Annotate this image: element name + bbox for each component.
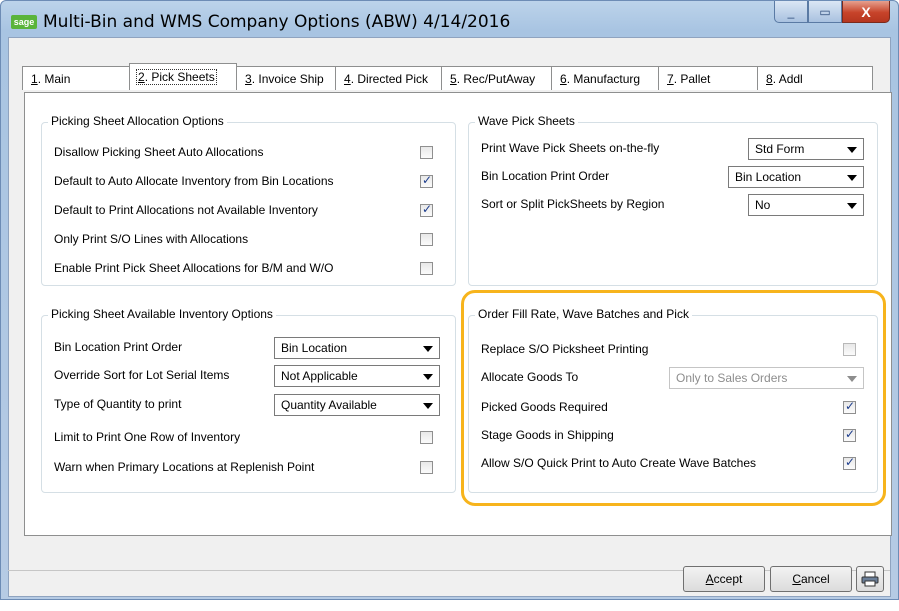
minimize-button[interactable]: _: [774, 1, 808, 23]
wave-pick-sheets-group: Wave Pick Sheets Print Wave Pick Sheets …: [468, 114, 878, 286]
tab-main[interactable]: 1. Main: [22, 66, 130, 90]
group-title: Picking Sheet Available Inventory Option…: [48, 307, 276, 321]
print-wave-label: Print Wave Pick Sheets on-the-fly: [481, 141, 660, 155]
maximize-button[interactable]: ▭: [808, 1, 842, 23]
tab-rec-putaway[interactable]: 5. Rec/PutAway: [441, 66, 552, 90]
avail-bin-order-label: Bin Location Print Order: [54, 340, 183, 354]
print-button[interactable]: [856, 566, 884, 592]
only-print-so-lines-checkbox[interactable]: [420, 233, 433, 246]
enable-bm-wo-label: Enable Print Pick Sheet Allocations for …: [54, 261, 334, 275]
group-title: Wave Pick Sheets: [475, 114, 578, 128]
sort-split-region-select[interactable]: No: [748, 194, 864, 216]
avail-bin-order-select[interactable]: Bin Location: [274, 337, 440, 359]
auto-allocate-bin-checkbox[interactable]: [420, 173, 433, 188]
chevron-down-icon: [847, 203, 857, 209]
tab-addl[interactable]: 8. Addl: [757, 66, 873, 90]
title-bar[interactable]: sage Multi-Bin and WMS Company Options (…: [1, 1, 898, 37]
quantity-type-label: Type of Quantity to print: [54, 397, 182, 411]
limit-one-row-checkbox[interactable]: [420, 431, 433, 444]
only-print-so-lines-label: Only Print S/O Lines with Allocations: [54, 232, 249, 246]
tab-manufacturing[interactable]: 6. Manufacturg: [551, 66, 659, 90]
tab-directed-pick[interactable]: 4. Directed Pick: [335, 66, 442, 90]
disallow-auto-allocations-label: Disallow Picking Sheet Auto Allocations: [54, 145, 264, 159]
print-wave-select[interactable]: Std Form: [748, 138, 864, 160]
maximize-icon: ▭: [819, 4, 831, 19]
tab-invoice-ship[interactable]: 3. Invoice Ship: [236, 66, 336, 90]
chevron-down-icon: [847, 175, 857, 181]
cancel-button[interactable]: Cancel: [770, 566, 852, 592]
close-icon: X: [861, 3, 871, 20]
print-allocations-checkbox[interactable]: [420, 202, 433, 217]
group-title: Picking Sheet Allocation Options: [48, 114, 227, 128]
chevron-down-icon: [847, 147, 857, 153]
warn-replenish-checkbox[interactable]: [420, 461, 433, 474]
wave-bin-order-label: Bin Location Print Order: [481, 169, 610, 183]
limit-one-row-label: Limit to Print One Row of Inventory: [54, 430, 241, 444]
allocation-options-group: Picking Sheet Allocation Options Disallo…: [41, 114, 456, 286]
quantity-type-select[interactable]: Quantity Available: [274, 394, 440, 416]
window-title: Multi-Bin and WMS Company Options (ABW) …: [43, 12, 511, 32]
disallow-auto-allocations-checkbox[interactable]: [420, 146, 433, 159]
enable-bm-wo-checkbox[interactable]: [420, 262, 433, 275]
chevron-down-icon: [423, 346, 433, 352]
minimize-icon: _: [787, 4, 795, 19]
tab-strip: 1. Main 2. Pick Sheets 3. Invoice Ship 4…: [22, 63, 873, 92]
chevron-down-icon: [423, 403, 433, 409]
tab-pick-sheets[interactable]: 2. Pick Sheets: [129, 63, 237, 90]
highlight-annotation: [461, 290, 886, 506]
override-sort-label: Override Sort for Lot Serial Items: [54, 368, 230, 382]
auto-allocate-bin-label: Default to Auto Allocate Inventory from …: [54, 174, 334, 188]
warn-replenish-label: Warn when Primary Locations at Replenish…: [54, 460, 315, 474]
sort-split-region-label: Sort or Split PickSheets by Region: [481, 197, 665, 211]
available-inventory-group: Picking Sheet Available Inventory Option…: [41, 307, 456, 493]
sage-logo: sage: [11, 15, 37, 29]
close-button[interactable]: X: [842, 1, 890, 23]
wave-bin-order-select[interactable]: Bin Location: [728, 166, 864, 188]
chevron-down-icon: [423, 374, 433, 380]
override-sort-select[interactable]: Not Applicable: [274, 365, 440, 387]
accept-button[interactable]: Accept: [683, 566, 765, 592]
printer-icon: [861, 571, 879, 587]
tab-pallet[interactable]: 7. Pallet: [658, 66, 758, 90]
print-allocations-label: Default to Print Allocations not Availab…: [54, 203, 318, 217]
